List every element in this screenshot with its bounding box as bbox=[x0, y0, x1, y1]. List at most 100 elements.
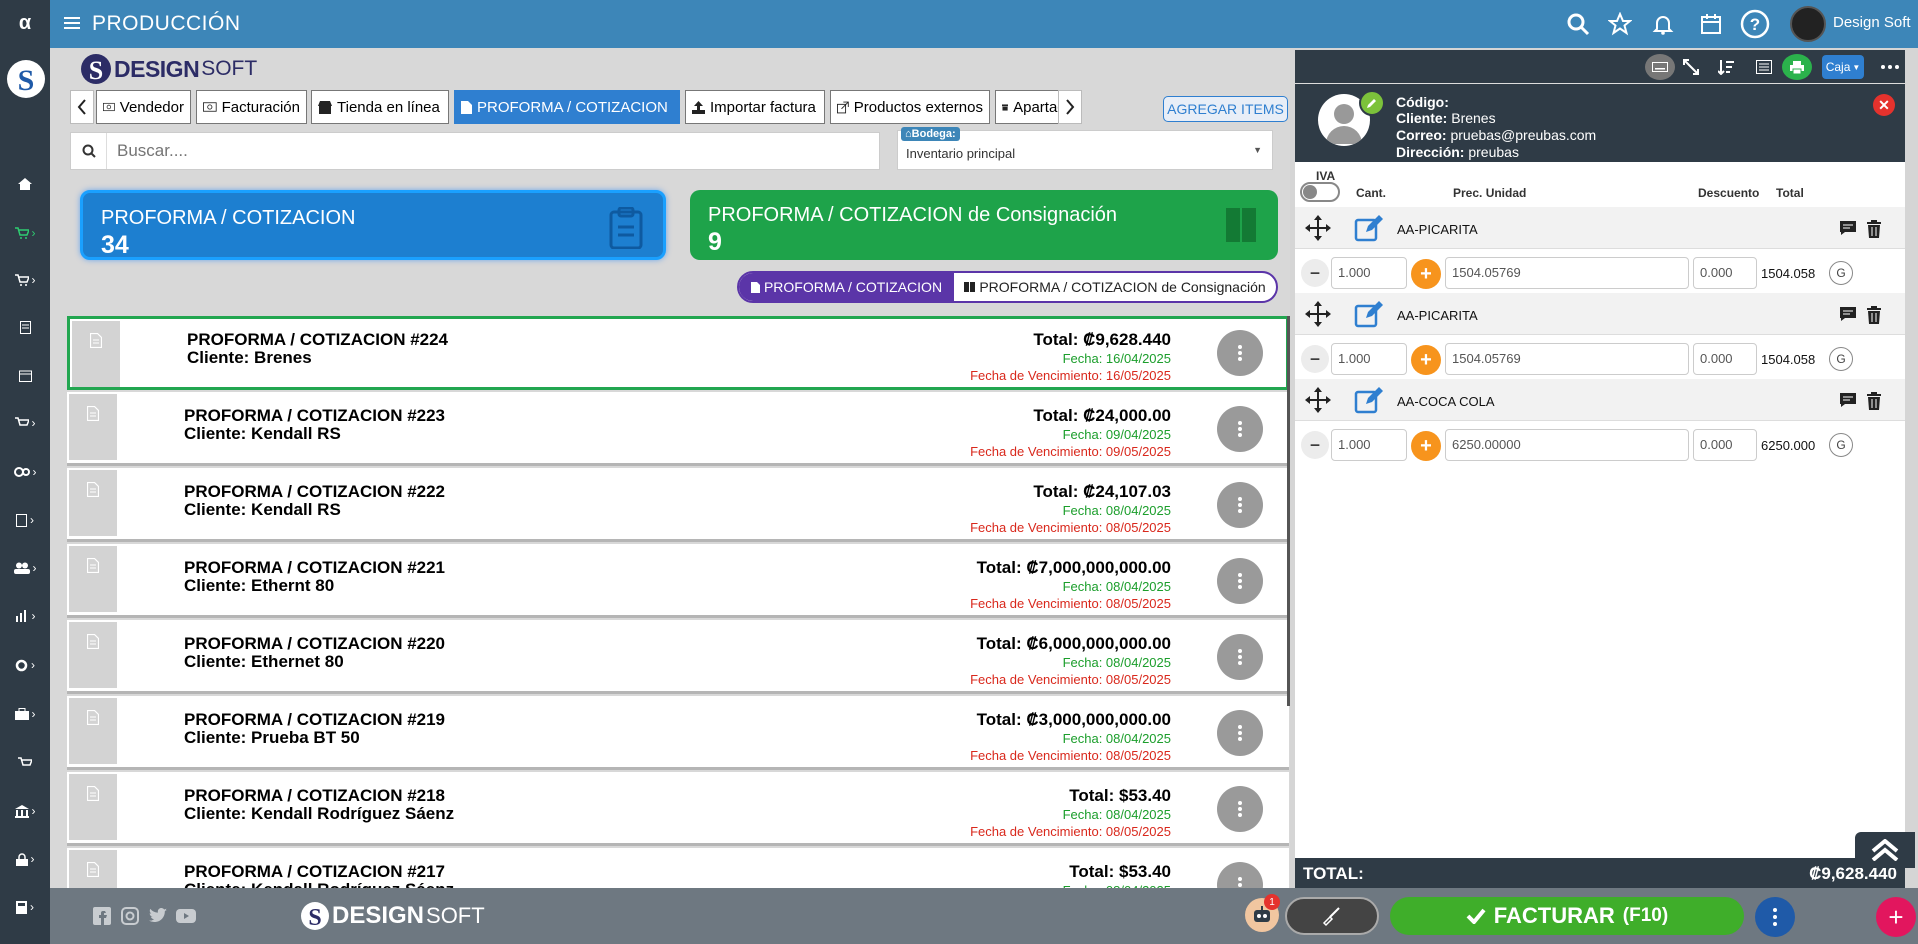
search-input[interactable] bbox=[107, 133, 877, 169]
tab-facturacion[interactable]: Facturación bbox=[196, 90, 307, 124]
edit-item-icon[interactable] bbox=[1353, 385, 1385, 415]
tabs-next-button[interactable] bbox=[1058, 90, 1082, 124]
scroll-top-button[interactable] bbox=[1855, 832, 1915, 868]
bell-icon[interactable] bbox=[1647, 8, 1679, 40]
toggle-option-proforma[interactable]: PROFORMA / COTIZACION bbox=[739, 273, 954, 301]
document-row[interactable]: PROFORMA / COTIZACION #224 Cliente: Brene… bbox=[67, 316, 1289, 390]
discount-input[interactable]: 0.000 bbox=[1693, 429, 1757, 461]
tax-type-button[interactable]: G bbox=[1829, 433, 1853, 457]
sidebar-document-icon[interactable] bbox=[0, 315, 50, 339]
tab-tienda-en-linea[interactable]: Tienda en línea bbox=[311, 90, 449, 124]
tab-proforma-cotizacion[interactable]: PROFORMA / COTIZACION bbox=[454, 90, 680, 124]
move-handle-icon[interactable] bbox=[1299, 295, 1337, 333]
more-horizontal-icon[interactable] bbox=[1877, 54, 1903, 80]
tab-importar-factura[interactable]: Importar factura bbox=[685, 90, 825, 124]
increase-qty-button[interactable]: + bbox=[1411, 431, 1441, 461]
document-row[interactable]: PROFORMA / COTIZACION #217Cliente: Kenda… bbox=[67, 848, 1289, 888]
document-actions-button[interactable] bbox=[1217, 482, 1263, 528]
sidebar-users-icon[interactable]: › bbox=[0, 556, 50, 580]
document-row[interactable]: PROFORMA / COTIZACION #219 Cliente: Prueb… bbox=[67, 696, 1289, 770]
twitter-icon[interactable] bbox=[148, 906, 168, 926]
unit-price-input[interactable]: 1504.05769 bbox=[1445, 257, 1689, 289]
edit-item-icon[interactable] bbox=[1353, 299, 1385, 329]
bodega-select[interactable]: ⌂Bodega: Inventario principal ▼ bbox=[897, 127, 1273, 170]
tax-type-button[interactable]: G bbox=[1829, 347, 1853, 371]
keyboard-icon[interactable] bbox=[1645, 54, 1675, 80]
sidebar-calendar-icon[interactable] bbox=[0, 363, 50, 387]
sidebar-cart-active-icon[interactable]: › bbox=[0, 221, 50, 245]
sidebar-shop-cart-icon[interactable] bbox=[0, 751, 50, 775]
hamburger-menu-icon[interactable] bbox=[64, 14, 80, 34]
comment-icon[interactable] bbox=[1837, 304, 1859, 324]
move-handle-icon[interactable] bbox=[1299, 209, 1337, 247]
user-avatar[interactable] bbox=[1790, 6, 1826, 42]
document-row[interactable]: PROFORMA / COTIZACION #220 Cliente: Ether… bbox=[67, 620, 1289, 694]
sidebar-truck-cart-icon[interactable]: › bbox=[0, 411, 50, 435]
discount-input[interactable]: 0.000 bbox=[1693, 343, 1757, 375]
edit-item-icon[interactable] bbox=[1353, 213, 1385, 243]
move-handle-icon[interactable] bbox=[1299, 381, 1337, 419]
youtube-icon[interactable] bbox=[176, 906, 196, 926]
decrease-qty-button[interactable]: − bbox=[1301, 259, 1329, 287]
sidebar-bank-icon[interactable]: › bbox=[0, 799, 50, 823]
list-icon[interactable] bbox=[1751, 54, 1777, 80]
document-actions-button[interactable] bbox=[1217, 786, 1263, 832]
sidebar-calculator-icon[interactable]: › bbox=[0, 895, 50, 919]
discount-input[interactable]: 0.000 bbox=[1693, 257, 1757, 289]
document-actions-button[interactable] bbox=[1217, 558, 1263, 604]
edit-client-button[interactable] bbox=[1359, 90, 1385, 116]
sidebar-gears-icon[interactable]: › bbox=[0, 460, 50, 484]
quantity-input[interactable]: 1.000 bbox=[1331, 429, 1407, 461]
sort-icon[interactable] bbox=[1713, 54, 1739, 80]
quantity-input[interactable]: 1.000 bbox=[1331, 257, 1407, 289]
comment-icon[interactable] bbox=[1837, 218, 1859, 238]
sidebar-cart-icon[interactable]: › bbox=[0, 268, 50, 292]
increase-qty-button[interactable]: + bbox=[1411, 345, 1441, 375]
document-actions-button[interactable] bbox=[1217, 634, 1263, 680]
unit-price-input[interactable]: 6250.00000 bbox=[1445, 429, 1689, 461]
decrease-qty-button[interactable]: − bbox=[1301, 345, 1329, 373]
caja-dropdown-button[interactable]: Caja ▼ bbox=[1822, 55, 1864, 79]
quantity-input[interactable]: 1.000 bbox=[1331, 343, 1407, 375]
print-icon[interactable] bbox=[1782, 54, 1812, 80]
expand-icon[interactable] bbox=[1678, 54, 1704, 80]
toggle-option-consignacion[interactable]: PROFORMA / COTIZACION de Consignación bbox=[954, 273, 1276, 301]
trash-icon[interactable] bbox=[1863, 304, 1885, 326]
document-row[interactable]: PROFORMA / COTIZACION #223 Cliente: Kenda… bbox=[67, 392, 1289, 466]
user-name[interactable]: Design Soft bbox=[1833, 14, 1911, 31]
trash-icon[interactable] bbox=[1863, 390, 1885, 412]
document-row[interactable]: PROFORMA / COTIZACION #221 Cliente: Ether… bbox=[67, 544, 1289, 618]
star-icon[interactable] bbox=[1604, 8, 1636, 40]
calendar-icon[interactable] bbox=[1695, 8, 1727, 40]
document-row[interactable]: PROFORMA / COTIZACION #218 Cliente: Kenda… bbox=[67, 772, 1289, 846]
sidebar-report-icon[interactable]: › bbox=[0, 508, 50, 532]
close-client-icon[interactable]: ✕ bbox=[1873, 94, 1895, 116]
help-icon[interactable]: ? bbox=[1739, 8, 1771, 40]
sidebar-chart-icon[interactable]: › bbox=[0, 604, 50, 628]
document-row[interactable]: PROFORMA / COTIZACION #222 Cliente: Kenda… bbox=[67, 468, 1289, 542]
document-actions-button[interactable] bbox=[1217, 330, 1263, 376]
unit-price-input[interactable]: 1504.05769 bbox=[1445, 343, 1689, 375]
tax-type-button[interactable]: G bbox=[1829, 261, 1853, 285]
sidebar-home-icon[interactable] bbox=[0, 172, 50, 196]
instagram-icon[interactable] bbox=[120, 906, 140, 926]
increase-qty-button[interactable]: + bbox=[1411, 259, 1441, 289]
document-actions-button[interactable] bbox=[1217, 406, 1263, 452]
document-actions-button[interactable] bbox=[1217, 710, 1263, 756]
card-proforma-consignacion[interactable]: PROFORMA / COTIZACION de Consignación 9 bbox=[690, 190, 1278, 260]
facebook-icon[interactable] bbox=[92, 906, 112, 926]
clear-button[interactable] bbox=[1285, 897, 1379, 935]
sidebar-briefcase-icon[interactable]: › bbox=[0, 702, 50, 726]
sidebar-lock-icon[interactable]: › bbox=[0, 847, 50, 871]
add-button[interactable]: + bbox=[1876, 897, 1916, 937]
decrease-qty-button[interactable]: − bbox=[1301, 431, 1329, 459]
comment-icon[interactable] bbox=[1837, 390, 1859, 410]
alpha-logo[interactable]: α bbox=[0, 0, 50, 48]
tab-vendedor[interactable]: Vendedor bbox=[96, 90, 191, 124]
facturar-button[interactable]: FACTURAR (F10) bbox=[1390, 897, 1744, 935]
tab-productos-externos[interactable]: Productos externos bbox=[830, 90, 990, 124]
more-options-button[interactable] bbox=[1755, 897, 1795, 937]
sidebar-settings-icon[interactable]: › bbox=[0, 653, 50, 677]
document-actions-button[interactable] bbox=[1217, 862, 1263, 888]
card-proforma[interactable]: PROFORMA / COTIZACION 34 bbox=[80, 190, 666, 260]
